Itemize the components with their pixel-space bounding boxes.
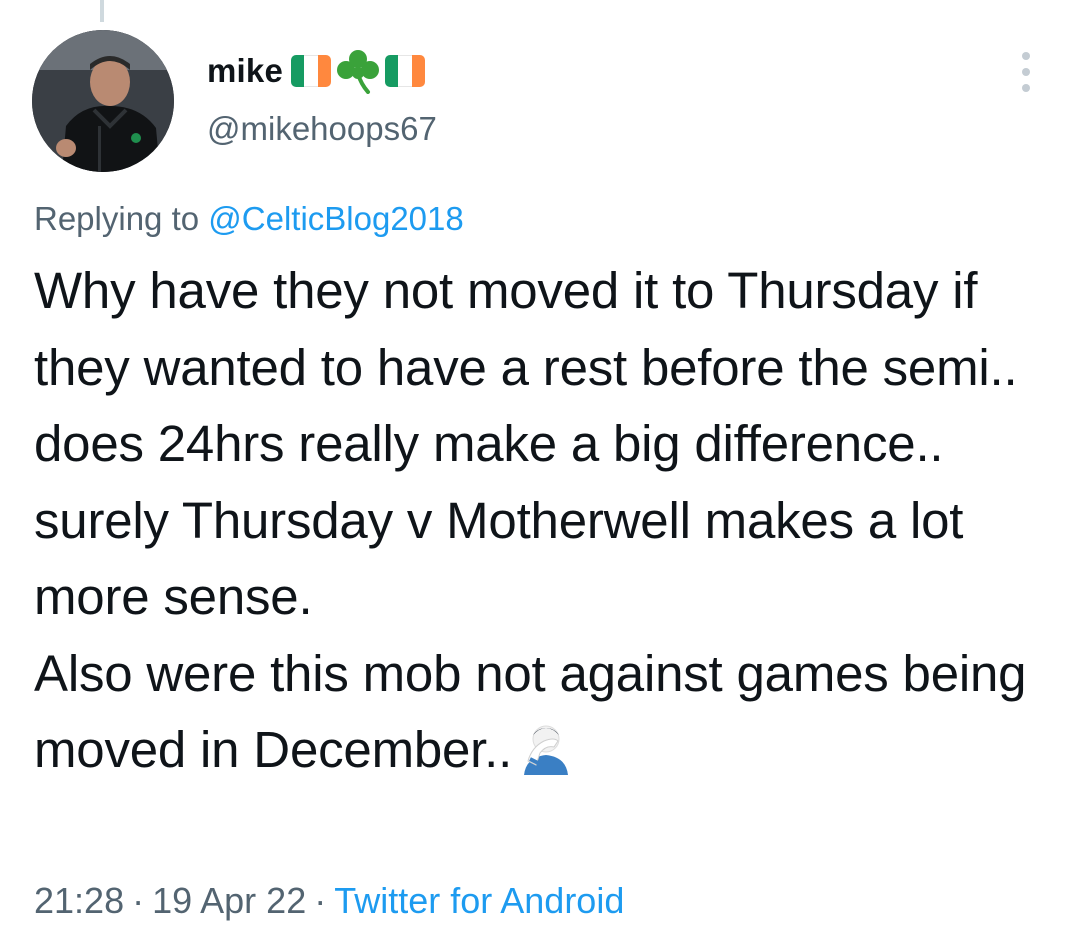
replying-to-link[interactable]: @CelticBlog2018 [208,200,463,237]
author-handle[interactable]: @mikehoops67 [207,110,437,148]
flag-ireland-icon [291,55,332,87]
separator-dot: · [132,880,145,921]
author-display-name[interactable]: mike [207,52,283,90]
tweet-time[interactable]: 21:28 [34,880,124,921]
replying-to-line: Replying to @CelticBlog2018 [34,200,464,238]
thread-connector-line [100,0,104,22]
author-name-row[interactable]: mike [207,48,426,94]
tweet-metadata: 21:28 · 19 Apr 22 · Twitter for Android [34,880,624,922]
tweet-body: Why have they not moved it to Thursday i… [34,253,1064,789]
flag-ireland-icon [385,55,426,87]
replying-prefix: Replying to [34,200,209,237]
facepalm-emoji [524,725,569,775]
shamrock-icon [337,50,380,94]
avatar[interactable] [32,30,174,172]
name-emoji-group [291,48,426,94]
tweet-paragraph: Why have they not moved it to Thursday i… [34,262,1018,625]
user-avatar-photo [32,30,174,172]
tweet-paragraph-with-emoji: Also were this mob not against games bei… [34,636,1064,789]
tweet-source-link[interactable]: Twitter for Android [334,880,624,921]
separator-dot: · [314,880,327,921]
more-options-icon[interactable] [1013,52,1039,92]
tweet-date[interactable]: 19 Apr 22 [152,880,306,921]
